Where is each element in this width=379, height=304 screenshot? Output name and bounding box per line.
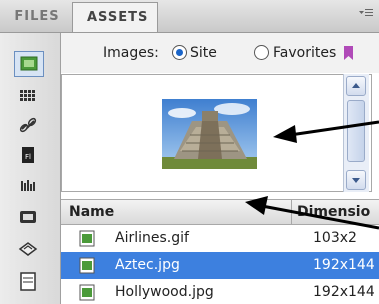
- asset-list-header: Name Dimensio: [61, 199, 379, 225]
- movies-icon[interactable]: [14, 205, 44, 231]
- list-item[interactable]: Aztec.jpg 192x144: [61, 252, 379, 279]
- favorites-radio-label[interactable]: Favorites: [273, 45, 336, 61]
- file-name: Hollywood.jpg: [115, 284, 214, 300]
- images-label: Images:: [103, 45, 159, 61]
- file-name: Aztec.jpg: [115, 257, 180, 273]
- file-dimensions: 103x2: [313, 230, 357, 246]
- file-name: Airlines.gif: [115, 230, 189, 246]
- svg-text:Fl: Fl: [25, 153, 31, 161]
- scroll-up-icon[interactable]: [346, 76, 366, 96]
- column-divider[interactable]: [291, 200, 292, 224]
- aztec-pyramid-thumbnail: [162, 99, 257, 169]
- urls-icon[interactable]: [14, 113, 44, 139]
- list-item[interactable]: Airlines.gif 103x2: [61, 225, 379, 252]
- templates-icon[interactable]: [14, 269, 44, 295]
- image-file-icon: [79, 257, 95, 274]
- images-icon[interactable]: [14, 51, 44, 77]
- preview-scrollbar[interactable]: [343, 74, 369, 192]
- scroll-thumb[interactable]: [347, 100, 365, 162]
- flash-icon[interactable]: Fl: [14, 143, 44, 169]
- file-dimensions: 192x144: [313, 284, 375, 300]
- options-menu-icon[interactable]: [359, 8, 373, 23]
- colors-icon[interactable]: [14, 83, 44, 109]
- panel-tab-bar: FILES ASSETS: [0, 0, 379, 33]
- shockwave-icon[interactable]: [14, 173, 44, 199]
- column-name[interactable]: Name: [69, 204, 114, 220]
- favorites-radio[interactable]: [254, 45, 269, 60]
- column-dimensions[interactable]: Dimensio: [297, 204, 370, 220]
- tab-files[interactable]: FILES: [4, 2, 70, 31]
- favorites-icon: [344, 45, 353, 60]
- image-preview: [61, 74, 372, 192]
- assets-panel: FILES ASSETS Fl Images: Site Favorites N…: [0, 0, 379, 304]
- site-radio-label[interactable]: Site: [190, 45, 217, 61]
- list-item[interactable]: Hollywood.jpg 192x144: [61, 279, 379, 304]
- tab-assets[interactable]: ASSETS: [72, 2, 158, 32]
- asset-category-toolbar: Fl: [0, 33, 61, 304]
- scripts-icon[interactable]: [14, 237, 44, 263]
- scroll-down-icon[interactable]: [346, 170, 366, 190]
- site-radio[interactable]: [172, 45, 187, 60]
- images-filter-row: Images: Site Favorites: [61, 33, 379, 73]
- image-file-icon: [79, 230, 95, 247]
- file-dimensions: 192x144: [313, 257, 375, 273]
- image-file-icon: [79, 284, 95, 301]
